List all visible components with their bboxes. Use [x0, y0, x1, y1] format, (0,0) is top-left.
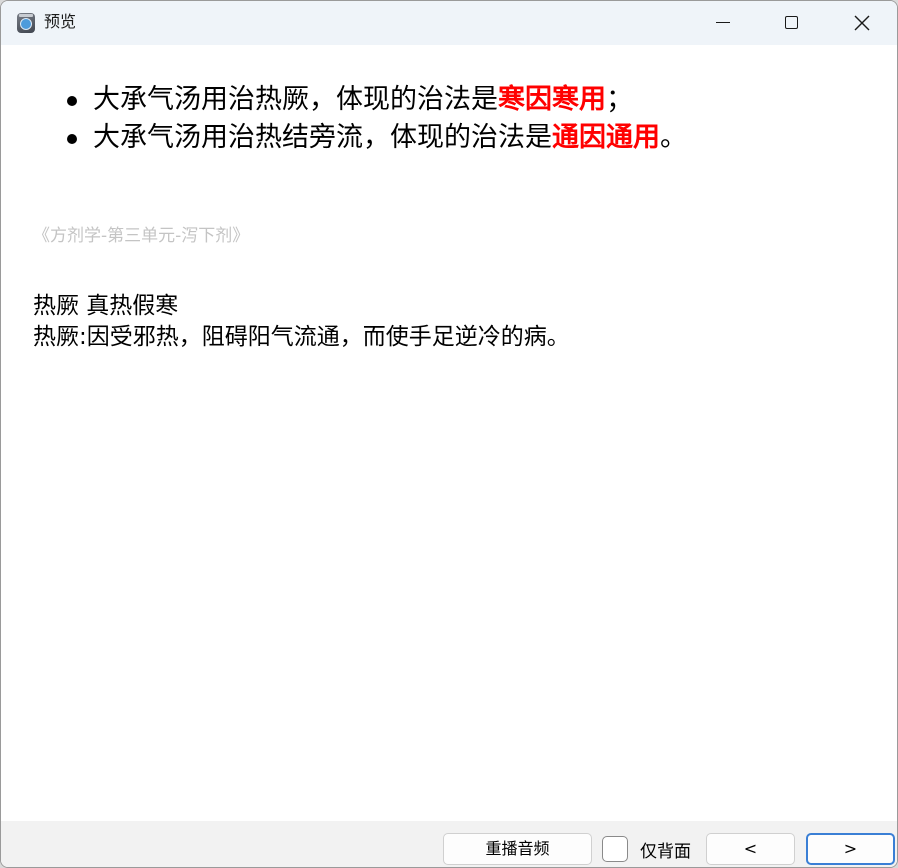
bullet-text: 大承气汤用治热结旁流，体现的治法是	[93, 122, 552, 153]
bullet-highlight: 通因通用	[552, 122, 660, 153]
bullet-text: 大承气汤用治热厥，体现的治法是	[93, 84, 498, 115]
note-line: 热厥:因受邪热，阻碍阳气流通，而使手足逆冷的病。	[33, 324, 570, 350]
maximize-button[interactable]	[768, 1, 814, 45]
note-block: 热厥 真热假寒 热厥:因受邪热，阻碍阳气流通，而使手足逆冷的病。	[33, 291, 570, 353]
bullet-item: 大承气汤用治热结旁流，体现的治法是通因通用。	[63, 119, 687, 157]
back-only-checkbox[interactable]	[602, 836, 628, 862]
bullet-list: 大承气汤用治热厥，体现的治法是寒因寒用； 大承气汤用治热结旁流，体现的治法是通因…	[63, 81, 687, 157]
source-reference: 《方剂学-第三单元-泻下剂》	[33, 226, 250, 246]
previous-button[interactable]: <	[706, 833, 795, 865]
minimize-button[interactable]	[699, 1, 745, 45]
window-title: 预览	[44, 12, 77, 31]
bottom-toolbar: 重播音频 仅背面 < >	[1, 821, 897, 867]
preview-window: 预览 大承气汤用治热厥，体现的治法是寒因寒用； 大承气汤用治热结旁流，体现的治法…	[0, 0, 898, 868]
back-only-label[interactable]: 仅背面	[640, 837, 691, 862]
minimize-icon	[716, 22, 730, 23]
app-icon-fold	[19, 14, 33, 17]
bullet-suffix: 。	[660, 122, 687, 153]
replay-audio-button[interactable]: 重播音频	[443, 833, 592, 865]
close-button[interactable]	[839, 1, 885, 45]
bullet-highlight: 寒因寒用	[498, 84, 606, 115]
next-button[interactable]: >	[806, 833, 895, 865]
bullet-dot	[67, 134, 77, 144]
note-line: 热厥 真热假寒	[33, 293, 179, 319]
bullet-suffix: ；	[606, 84, 633, 115]
card-content: 大承气汤用治热厥，体现的治法是寒因寒用； 大承气汤用治热结旁流，体现的治法是通因…	[1, 45, 897, 821]
maximize-icon	[785, 16, 798, 29]
close-icon	[854, 15, 870, 31]
bullet-item: 大承气汤用治热厥，体现的治法是寒因寒用；	[63, 81, 687, 119]
app-icon-star	[20, 18, 32, 30]
title-bar[interactable]: 预览	[1, 1, 897, 45]
app-icon	[17, 13, 35, 33]
bullet-dot	[67, 96, 77, 106]
